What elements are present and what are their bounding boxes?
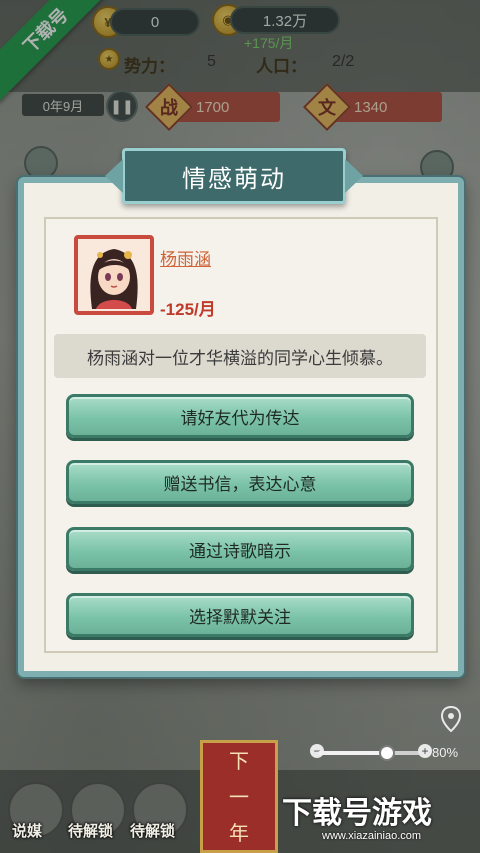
option-friend-convey-button[interactable]: 请好友代为传达 <box>66 394 414 438</box>
locked-label-1: 待解锁 <box>68 823 114 840</box>
character-monthly-cost: -125/月 <box>160 300 216 319</box>
option-send-letter-button[interactable]: 赠送书信，表达心意 <box>66 460 414 504</box>
next-year-char-2: 一 <box>229 784 249 809</box>
option-silent-watch-button[interactable]: 选择默默关注 <box>66 593 414 637</box>
character-avatar[interactable] <box>74 235 154 315</box>
next-year-char-1: 下 <box>229 748 249 773</box>
next-year-button[interactable]: 下 一 年 <box>200 740 278 853</box>
zoom-level-text: 80% <box>432 745 459 760</box>
watermark-logo: 下载号游戏 <box>282 797 432 830</box>
option-poem-hint-button[interactable]: 通过诗歌暗示 <box>66 527 414 571</box>
matchmaking-label: 说媒 <box>12 823 43 840</box>
dialog-title: 情感萌动 <box>182 164 286 193</box>
watermark-url: www.xiazainiao.com <box>322 830 422 842</box>
zoom-slider-fill <box>318 751 388 755</box>
next-year-char-3: 年 <box>229 820 249 845</box>
location-pin-icon[interactable] <box>441 706 461 732</box>
character-name-link[interactable]: 杨雨涵 <box>160 245 211 270</box>
locked-label-2: 待解锁 <box>130 823 176 840</box>
zoom-slider[interactable] <box>318 745 420 761</box>
event-description: 杨雨涵对一位才华横溢的同学心生倾慕。 <box>54 334 426 378</box>
zoom-in-button[interactable]: + <box>418 744 432 758</box>
dialog-title-plate: 情感萌动 <box>122 148 346 204</box>
